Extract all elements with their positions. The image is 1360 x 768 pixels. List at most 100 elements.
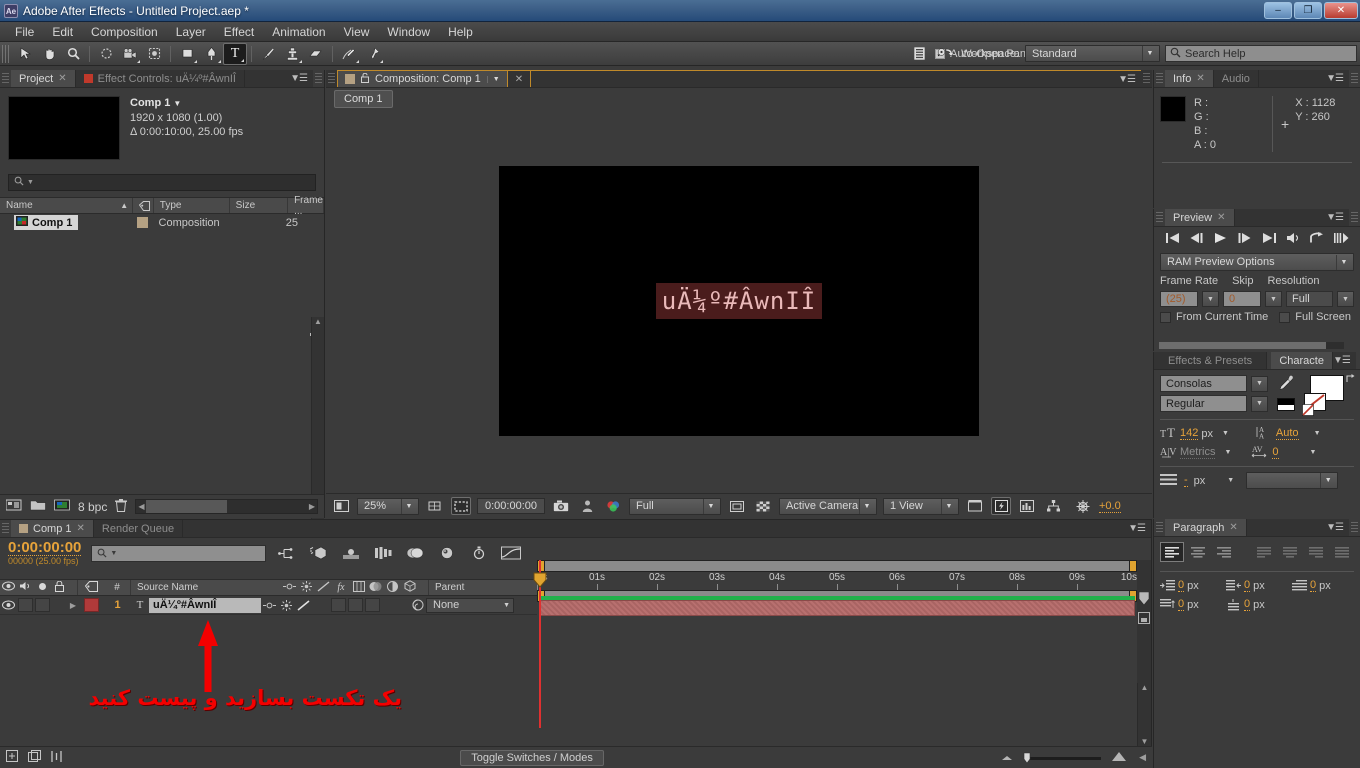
shape-tool-icon[interactable] (175, 43, 199, 65)
layer-motionblur-switch[interactable] (347, 598, 364, 612)
menu-composition[interactable]: Composition (82, 23, 167, 41)
font-family-select[interactable]: Consolas (1160, 375, 1247, 392)
pan-behind-tool-icon[interactable] (142, 43, 166, 65)
tab-audio[interactable]: Audio (1213, 70, 1259, 87)
justify-last-center-button[interactable] (1278, 542, 1302, 562)
type-tool-icon[interactable]: T (223, 42, 247, 65)
composition-viewer-stage[interactable]: uÄ¼º#ÂwnIÎ (326, 110, 1152, 492)
reset-exposure-icon[interactable] (1073, 497, 1093, 515)
hand-tool-icon[interactable] (37, 43, 61, 65)
graph-editor-icon[interactable] (500, 543, 522, 563)
chevron-down-icon[interactable]: ▼ (1227, 477, 1234, 484)
close-icon[interactable]: ✕ (1196, 73, 1204, 84)
tab-project[interactable]: Project ✕ (11, 70, 76, 87)
chevron-down-icon[interactable]: ▼ (1251, 395, 1268, 412)
composition-canvas[interactable]: uÄ¼º#ÂwnIÎ (499, 166, 979, 436)
close-icon[interactable]: ✕ (77, 523, 85, 534)
last-frame-button[interactable] (1262, 232, 1277, 247)
menu-help[interactable]: Help (439, 23, 482, 41)
justify-last-right-button[interactable] (1304, 542, 1328, 562)
panel-menu-icon[interactable]: ▼☰ (1118, 74, 1141, 85)
new-comp-icon[interactable] (5, 499, 22, 514)
toolbar-grip[interactable] (2, 44, 10, 63)
indent-first-line-field[interactable]: 0 px (1292, 579, 1354, 592)
full-screen-checkbox[interactable] (1279, 311, 1291, 323)
layer-adjustment-switch[interactable] (364, 598, 381, 612)
layer-shy-switch[interactable] (261, 601, 278, 610)
workspace-select[interactable]: Standard ▼ (1025, 45, 1160, 62)
tab-effects-presets[interactable]: Effects & Presets (1154, 352, 1268, 369)
menu-window[interactable]: Window (378, 23, 439, 41)
leading-value[interactable]: Auto (1275, 427, 1299, 440)
close-button[interactable]: ✕ (1324, 2, 1358, 19)
scroll-down-icon[interactable]: ▼ (1138, 737, 1151, 746)
chevron-down-icon[interactable]: ▼ (1251, 375, 1268, 392)
timeline-jump-icon[interactable] (1017, 497, 1037, 515)
space-after-field[interactable]: 0 px (1226, 598, 1288, 611)
show-snapshot-icon[interactable] (577, 497, 597, 515)
magnification-select[interactable]: 25% ▼ (357, 497, 419, 515)
kerning-value[interactable]: Metrics (1180, 446, 1216, 459)
next-frame-button[interactable] (1237, 232, 1252, 247)
ram-preview-options-select[interactable]: RAM Preview Options ▼ (1160, 253, 1354, 271)
scroll-left-icon[interactable]: ◀ (138, 502, 144, 511)
previous-frame-button[interactable] (1189, 232, 1204, 247)
panel-grip[interactable] (1156, 522, 1163, 533)
table-row[interactable]: ▶ 1 T uÄ¼º#ÂwnIÎ None ▼ (0, 596, 537, 615)
chevron-down-icon[interactable]: ▼ (173, 99, 181, 108)
panel-menu-icon[interactable]: ▼☰ (1326, 522, 1349, 533)
indent-left-field[interactable]: 0 px (1160, 579, 1222, 592)
auto-keyframe-icon[interactable] (468, 543, 490, 563)
close-icon[interactable]: ✕ (58, 73, 66, 84)
new-footage-icon[interactable] (54, 499, 70, 514)
composition-mini-flowchart-icon[interactable] (276, 543, 298, 563)
minimize-button[interactable]: – (1264, 2, 1292, 19)
timeline-zoom-slider[interactable] (1021, 751, 1103, 765)
new-folder-icon[interactable] (30, 499, 46, 514)
panel-grip[interactable] (328, 73, 335, 84)
motion-blur-icon[interactable] (340, 543, 362, 563)
toggle-mask-path-icon[interactable] (727, 497, 747, 515)
toggle-switches-modes-button[interactable]: Toggle Switches / Modes (460, 749, 604, 766)
tab-info[interactable]: Info ✕ (1165, 70, 1214, 87)
chevron-down-icon[interactable]: ▼ (1310, 449, 1317, 456)
chevron-down-icon[interactable]: ▼ (1337, 291, 1354, 307)
project-search-input[interactable]: ▼ (8, 174, 316, 191)
panel-grip[interactable] (1156, 73, 1163, 84)
always-preview-icon[interactable] (331, 497, 351, 515)
layer-source-name[interactable]: uÄ¼º#ÂwnIÎ (149, 597, 261, 613)
graph-switch-icon[interactable] (50, 750, 63, 766)
frame-blend-icon[interactable] (372, 543, 394, 563)
audio-toggle-button[interactable] (1286, 232, 1301, 247)
close-icon[interactable]: ✕ (1217, 212, 1225, 223)
snapshot-icon[interactable] (551, 497, 571, 515)
space-before-field[interactable]: 0 px (1160, 598, 1222, 611)
timeline-time-display[interactable]: 0:00:00:00 00000 (25.00 fps) (8, 540, 82, 566)
puppet-pin-tool-icon[interactable] (361, 43, 385, 65)
timeline-vertical-scrollbar[interactable]: ▲ ▼ (1137, 683, 1151, 746)
project-row-label-color[interactable] (136, 217, 148, 228)
playhead-marker[interactable] (533, 572, 547, 588)
search-help-input[interactable]: Search Help (1165, 45, 1357, 62)
project-horizontal-scrollbar[interactable]: ◀ ▶ (135, 499, 318, 514)
panel-menu-icon[interactable]: ▼☰ (1333, 355, 1356, 366)
brainstorm-icon[interactable] (436, 543, 458, 563)
layer-switch-icon[interactable] (1137, 612, 1151, 627)
shy-layers-icon[interactable] (404, 543, 426, 563)
column-label-swatch[interactable] (133, 198, 154, 213)
fast-previews-icon[interactable] (991, 497, 1011, 515)
stroke-type-select[interactable]: ▼ (1246, 472, 1339, 489)
chevron-down-icon[interactable]: ▼ (1222, 430, 1229, 437)
layer-parent-select[interactable]: None ▼ (426, 597, 514, 613)
scroll-up-icon[interactable]: ▲ (1138, 683, 1151, 692)
breadcrumb[interactable]: Comp 1 (334, 90, 393, 108)
roto-brush-tool-icon[interactable] (337, 43, 361, 65)
layer-switches-icon[interactable] (28, 749, 42, 766)
panel-menu-icon[interactable]: ▼☰ (1326, 212, 1349, 223)
column-size[interactable]: Size (230, 198, 289, 213)
chevron-down-icon[interactable]: ▼ (1314, 430, 1321, 437)
font-size-value[interactable]: 142 (1180, 427, 1199, 440)
ram-preview-button[interactable] (1310, 231, 1325, 247)
menu-layer[interactable]: Layer (167, 23, 215, 41)
indent-right-field[interactable]: 0 px (1226, 579, 1288, 592)
